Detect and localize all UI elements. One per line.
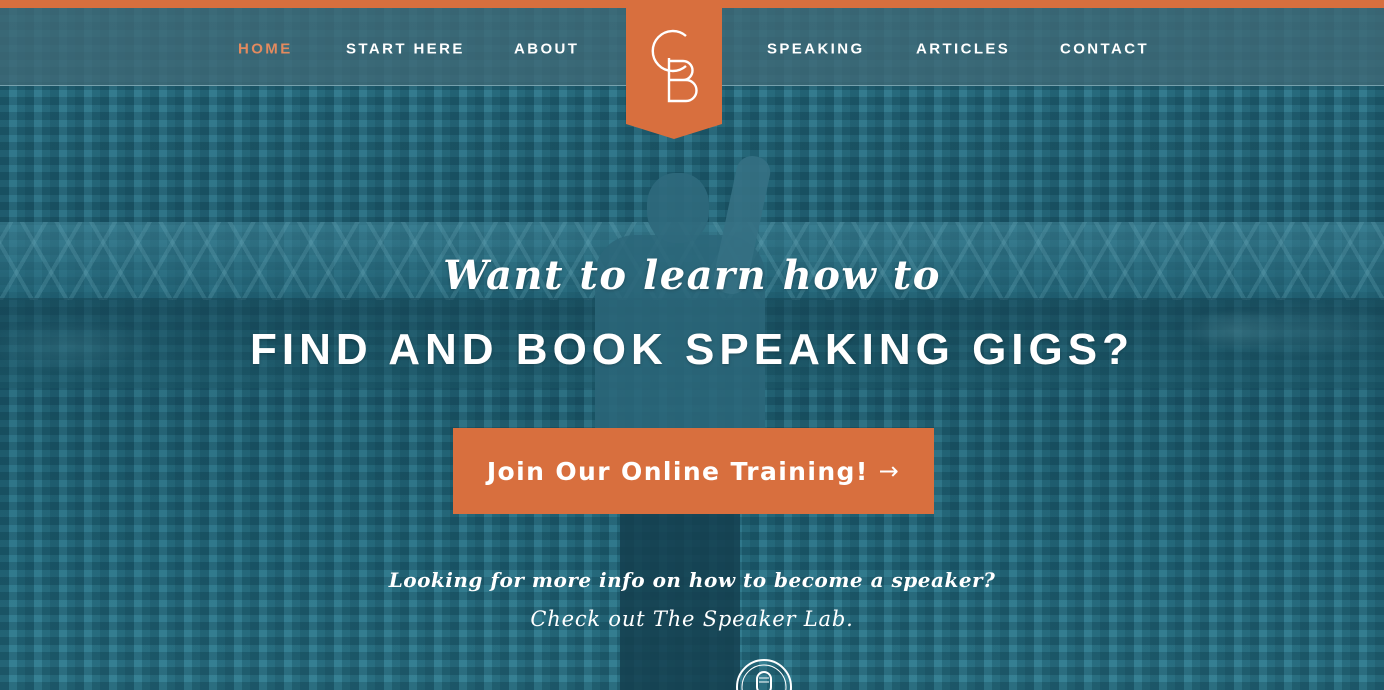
hero-info-text: Looking for more info on how to become a… xyxy=(388,568,996,592)
nav-item-about[interactable]: ABOUT xyxy=(514,41,579,58)
nav-item-contact[interactable]: CONTACT xyxy=(1060,41,1149,58)
hero-kicker: Want to learn how to xyxy=(443,252,941,299)
nav-item-articles[interactable]: ARTICLES xyxy=(916,41,1010,58)
microphone-icon[interactable] xyxy=(735,658,793,690)
speaker-lab-link[interactable]: Check out The Speaker Lab. xyxy=(0,607,1384,631)
nav-item-home[interactable]: HOME xyxy=(238,41,293,58)
cta-label: Join Our Online Training! xyxy=(486,456,869,486)
hero-title: FIND AND BOOK SPEAKING GIGS? xyxy=(250,325,1134,374)
site-logo[interactable] xyxy=(626,0,722,139)
cb-monogram-icon xyxy=(626,0,722,139)
nav-item-start-here[interactable]: START HERE xyxy=(346,41,465,58)
arrow-right-icon: → xyxy=(878,457,901,485)
nav-item-speaking[interactable]: SPEAKING xyxy=(767,41,865,58)
page: HOME START HERE ABOUT SPEAKING ARTICLES … xyxy=(0,0,1384,690)
join-training-button[interactable]: Join Our Online Training! → xyxy=(453,428,934,514)
